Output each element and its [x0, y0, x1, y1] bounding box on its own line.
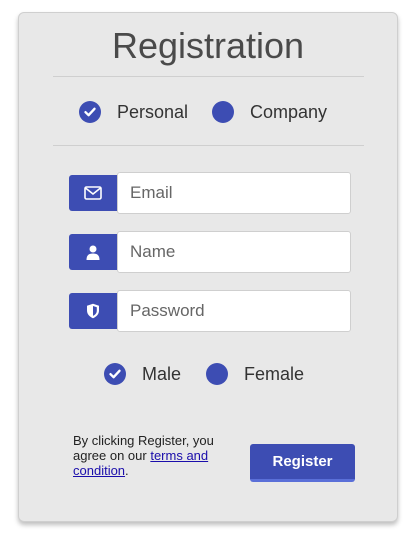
password-field[interactable] — [117, 290, 351, 332]
radio-female[interactable]: Female — [206, 363, 304, 385]
name-field-group — [69, 231, 351, 273]
register-button[interactable]: Register — [250, 444, 355, 482]
registration-card: Registration Personal Company Email Name… — [18, 12, 398, 522]
email-field[interactable] — [117, 172, 351, 214]
radio-personal-label: Personal — [117, 101, 189, 122]
radio-personal[interactable]: Personal — [79, 101, 188, 123]
terms-suffix: . — [125, 463, 129, 478]
divider-bottom — [53, 145, 364, 146]
divider-top — [53, 76, 364, 77]
radio-male[interactable]: Male — [104, 363, 181, 385]
email-field-group — [69, 172, 351, 214]
radio-company[interactable]: Company — [212, 101, 327, 123]
radio-dot-icon — [212, 101, 234, 123]
name-field[interactable] — [117, 231, 351, 273]
radio-female-label: Female — [244, 363, 305, 384]
user-icon — [69, 234, 117, 270]
radio-dot-icon — [206, 363, 228, 385]
checkmark-icon — [79, 101, 101, 123]
password-field-group — [69, 290, 351, 332]
envelope-icon — [69, 175, 117, 211]
page-title: Registration — [111, 25, 305, 66]
shield-icon — [69, 293, 117, 329]
terms-text: By clicking Register, you agree on our t… — [73, 433, 233, 478]
radio-company-label: Company — [250, 101, 328, 122]
radio-male-label: Male — [142, 363, 182, 384]
checkmark-icon — [104, 363, 126, 385]
